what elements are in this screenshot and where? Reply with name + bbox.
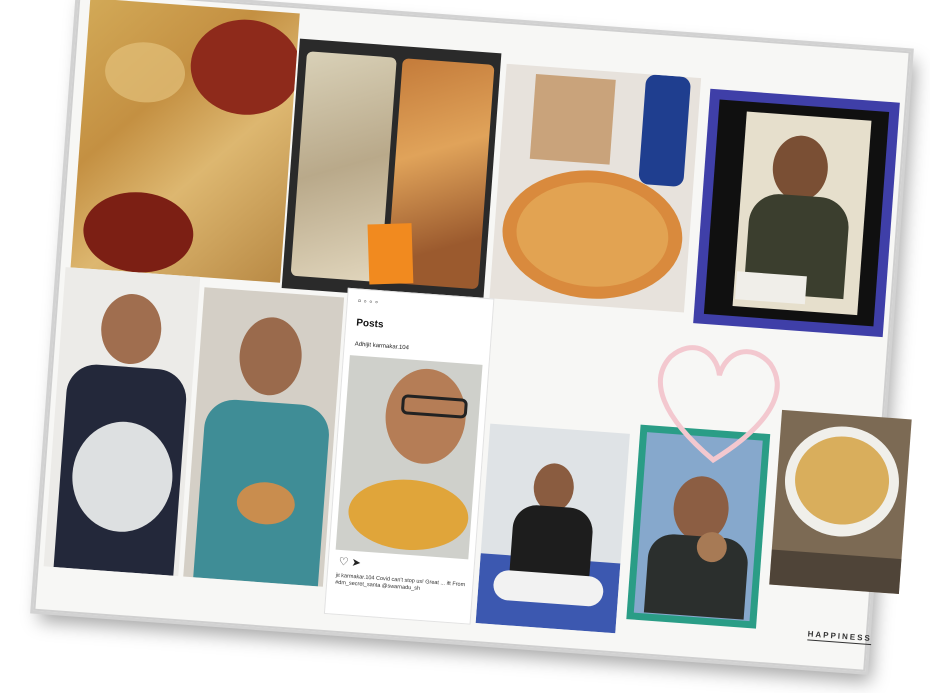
pizza-photo: [489, 63, 702, 313]
status-bar: ▫ ◦ ◦ ◦: [357, 295, 379, 308]
biryani-plate-photo: [70, 0, 300, 283]
post-image: [335, 355, 483, 560]
brand-label: HAPPINESS: [807, 629, 873, 646]
biryani-bowl-photo: [769, 409, 912, 594]
collage-board: ▫ ◦ ◦ ◦ Posts Adhijit karmakar.104 ♡ ➤ j…: [33, 0, 912, 672]
man-on-floor-photo: [475, 423, 630, 634]
share-icon[interactable]: ➤: [351, 557, 361, 570]
post-caption: jit karmakar.104 Covid can't stop us! Gr…: [334, 572, 466, 592]
like-icon[interactable]: ♡: [338, 556, 349, 569]
post-username: Adhijit karmakar.104: [354, 341, 410, 352]
man-with-burger-photo: [183, 287, 345, 587]
noodles-box-photo: [281, 38, 502, 303]
heart-doodle: [657, 345, 780, 464]
person-with-bag-photo: [43, 267, 201, 577]
instagram-post-card: ▫ ◦ ◦ ◦ Posts Adhijit karmakar.104 ♡ ➤ j…: [323, 287, 495, 625]
posts-header: Posts: [355, 317, 384, 331]
framed-man-photo: [693, 88, 900, 338]
post-actions: ♡ ➤: [338, 555, 361, 570]
